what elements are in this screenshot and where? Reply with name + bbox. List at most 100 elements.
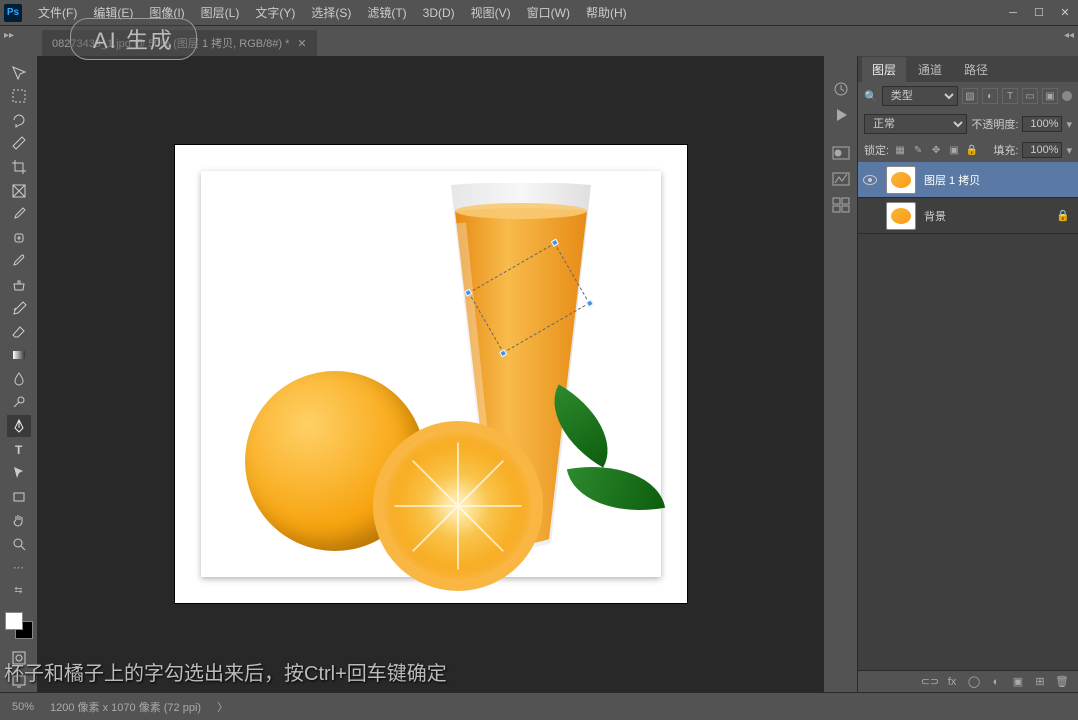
type-tool[interactable]: T [7,439,31,461]
ps-logo-icon: Ps [4,4,22,22]
clone-stamp-tool[interactable] [7,274,31,296]
tab-channels[interactable]: 通道 [908,57,952,82]
fill-input[interactable] [1022,142,1062,158]
docked-panels-strip [824,56,858,692]
healing-brush-tool[interactable] [7,227,31,249]
foreground-color-swatch[interactable] [5,612,23,630]
ai-generated-badge: AI 生成 [70,18,197,60]
lock-label: 锁定: [864,142,889,158]
fill-dropdown-icon[interactable]: ▾ [1066,144,1072,157]
layer-group-icon[interactable]: ▣ [1010,674,1026,690]
tab-layers[interactable]: 图层 [862,57,906,82]
maximize-button[interactable]: ☐ [1026,3,1052,23]
history-brush-tool[interactable] [7,297,31,319]
layer-list: 图层 1 拷贝 背景 🔒 [858,162,1078,670]
filter-toggle-icon[interactable] [1062,91,1072,101]
frame-tool[interactable] [7,180,31,202]
menu-help[interactable]: 帮助(H) [578,0,635,25]
crop-tool[interactable] [7,156,31,178]
filter-pixel-icon[interactable]: ▧ [962,88,978,104]
filter-shape-icon[interactable]: ▭ [1022,88,1038,104]
color-swatches[interactable] [5,612,33,639]
marquee-tool[interactable] [7,86,31,108]
layers-panel-footer: ⊂⊃ fx ◯ ◐ ▣ ⊞ 🗑 [858,670,1078,692]
blur-tool[interactable] [7,368,31,390]
menu-layer[interactable]: 图层(L) [193,0,248,25]
delete-layer-icon[interactable]: 🗑 [1054,674,1070,690]
menu-filter[interactable]: 滤镜(T) [359,0,414,25]
layer-mask-icon[interactable]: ◯ [966,674,982,690]
properties-panel-icon[interactable] [828,142,854,164]
link-layers-icon[interactable]: ⊂⊃ [922,674,938,690]
adjustment-layer-icon[interactable]: ◐ [988,674,1004,690]
layer-item[interactable]: 图层 1 拷贝 [858,162,1078,198]
styles-panel-icon[interactable] [828,194,854,216]
play-panel-icon[interactable] [828,104,854,126]
brush-tool[interactable] [7,250,31,272]
canvas-area[interactable] [38,56,823,692]
fill-label: 填充: [993,142,1018,158]
history-panel-icon[interactable] [828,78,854,100]
dodge-tool[interactable] [7,392,31,414]
menu-3d[interactable]: 3D(D) [415,2,463,24]
layer-thumbnail[interactable] [886,166,916,194]
menu-select[interactable]: 选择(S) [303,0,359,25]
collapse-right-icon[interactable]: ◂◂ [1064,30,1074,41]
lasso-tool[interactable] [7,109,31,131]
orange-slice-image [373,421,543,591]
minimize-button[interactable]: ─ [1000,3,1026,23]
status-bar: 50% 1200 像素 x 1070 像素 (72 ppi) 〉 [0,692,1078,720]
opacity-input[interactable] [1022,116,1062,132]
eraser-tool[interactable] [7,321,31,343]
lock-pixels-icon[interactable]: ✎ [911,143,925,157]
layer-name-label[interactable]: 背景 [924,208,946,224]
path-selection-tool[interactable] [7,462,31,484]
adjustments-panel-icon[interactable] [828,168,854,190]
lock-position-icon[interactable]: ✥ [929,143,943,157]
filter-type-icon[interactable]: T [1002,88,1018,104]
lock-transparency-icon[interactable]: ▦ [893,143,907,157]
layer-thumbnail[interactable] [886,202,916,230]
status-more-icon[interactable]: 〉 [217,699,228,715]
zoom-tool[interactable] [7,533,31,555]
edit-toolbar-icon[interactable]: ⇆ [7,580,31,602]
lock-icon: 🔒 [1056,209,1070,222]
layer-name-label[interactable]: 图层 1 拷贝 [924,172,980,188]
tab-close-icon[interactable]: ✕ [297,37,306,50]
toolbar-more-icon[interactable]: ⋯ [7,556,31,578]
opacity-label: 不透明度: [971,116,1018,132]
hand-tool[interactable] [7,509,31,531]
layers-panel: 图层 通道 路径 🔍 类型 ▧ ◐ T ▭ ▣ 正常 不透明度: [858,56,1078,692]
document-dimensions-label: 1200 像素 x 1070 像素 (72 ppi) [50,699,201,715]
filter-smart-icon[interactable]: ▣ [1042,88,1058,104]
rectangle-tool[interactable] [7,486,31,508]
close-button[interactable]: ✕ [1052,3,1078,23]
blend-mode-select[interactable]: 正常 [864,114,967,134]
menu-window[interactable]: 窗口(W) [519,0,578,25]
collapse-left-icon[interactable]: ▸▸ [4,30,14,41]
subtitle-overlay: 杯子和橘子上的字勾选出来后，按Ctrl+回车键确定 [4,657,447,686]
layer-item[interactable]: 背景 🔒 [858,198,1078,234]
layer-filter-select[interactable]: 类型 [882,86,958,106]
new-layer-icon[interactable]: ⊞ [1032,674,1048,690]
artboard [175,145,687,603]
gradient-tool[interactable] [7,345,31,367]
search-icon[interactable]: 🔍 [864,90,878,103]
zoom-level-label[interactable]: 50% [12,701,34,713]
lock-all-icon[interactable]: 🔒 [965,143,979,157]
menu-type[interactable]: 文字(Y) [247,0,303,25]
menu-view[interactable]: 视图(V) [463,0,519,25]
eyedropper-tool[interactable] [7,203,31,225]
move-tool[interactable] [7,62,31,84]
pen-tool[interactable] [7,415,31,437]
layer-style-icon[interactable]: fx [944,674,960,690]
magic-wand-tool[interactable] [7,133,31,155]
filter-adjustment-icon[interactable]: ◐ [982,88,998,104]
opacity-dropdown-icon[interactable]: ▾ [1066,118,1072,131]
eye-icon [863,175,877,185]
svg-text:T: T [15,443,23,457]
tools-panel: T ⋯ ⇆ [0,56,38,692]
tab-paths[interactable]: 路径 [954,57,998,82]
lock-artboard-icon[interactable]: ▣ [947,143,961,157]
layer-visibility-toggle[interactable] [862,175,878,185]
